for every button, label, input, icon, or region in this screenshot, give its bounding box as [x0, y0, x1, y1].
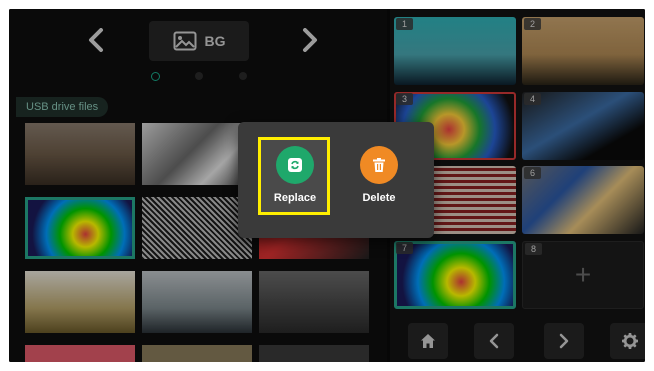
- replace-label: Replace: [273, 192, 317, 204]
- trash-icon: [360, 146, 398, 184]
- file-action-popup: Replace Delete: [238, 122, 434, 238]
- delete-label: Delete: [362, 192, 396, 204]
- replace-icon: [276, 146, 314, 184]
- replace-button[interactable]: Replace: [260, 140, 330, 214]
- delete-button[interactable]: Delete: [344, 140, 414, 214]
